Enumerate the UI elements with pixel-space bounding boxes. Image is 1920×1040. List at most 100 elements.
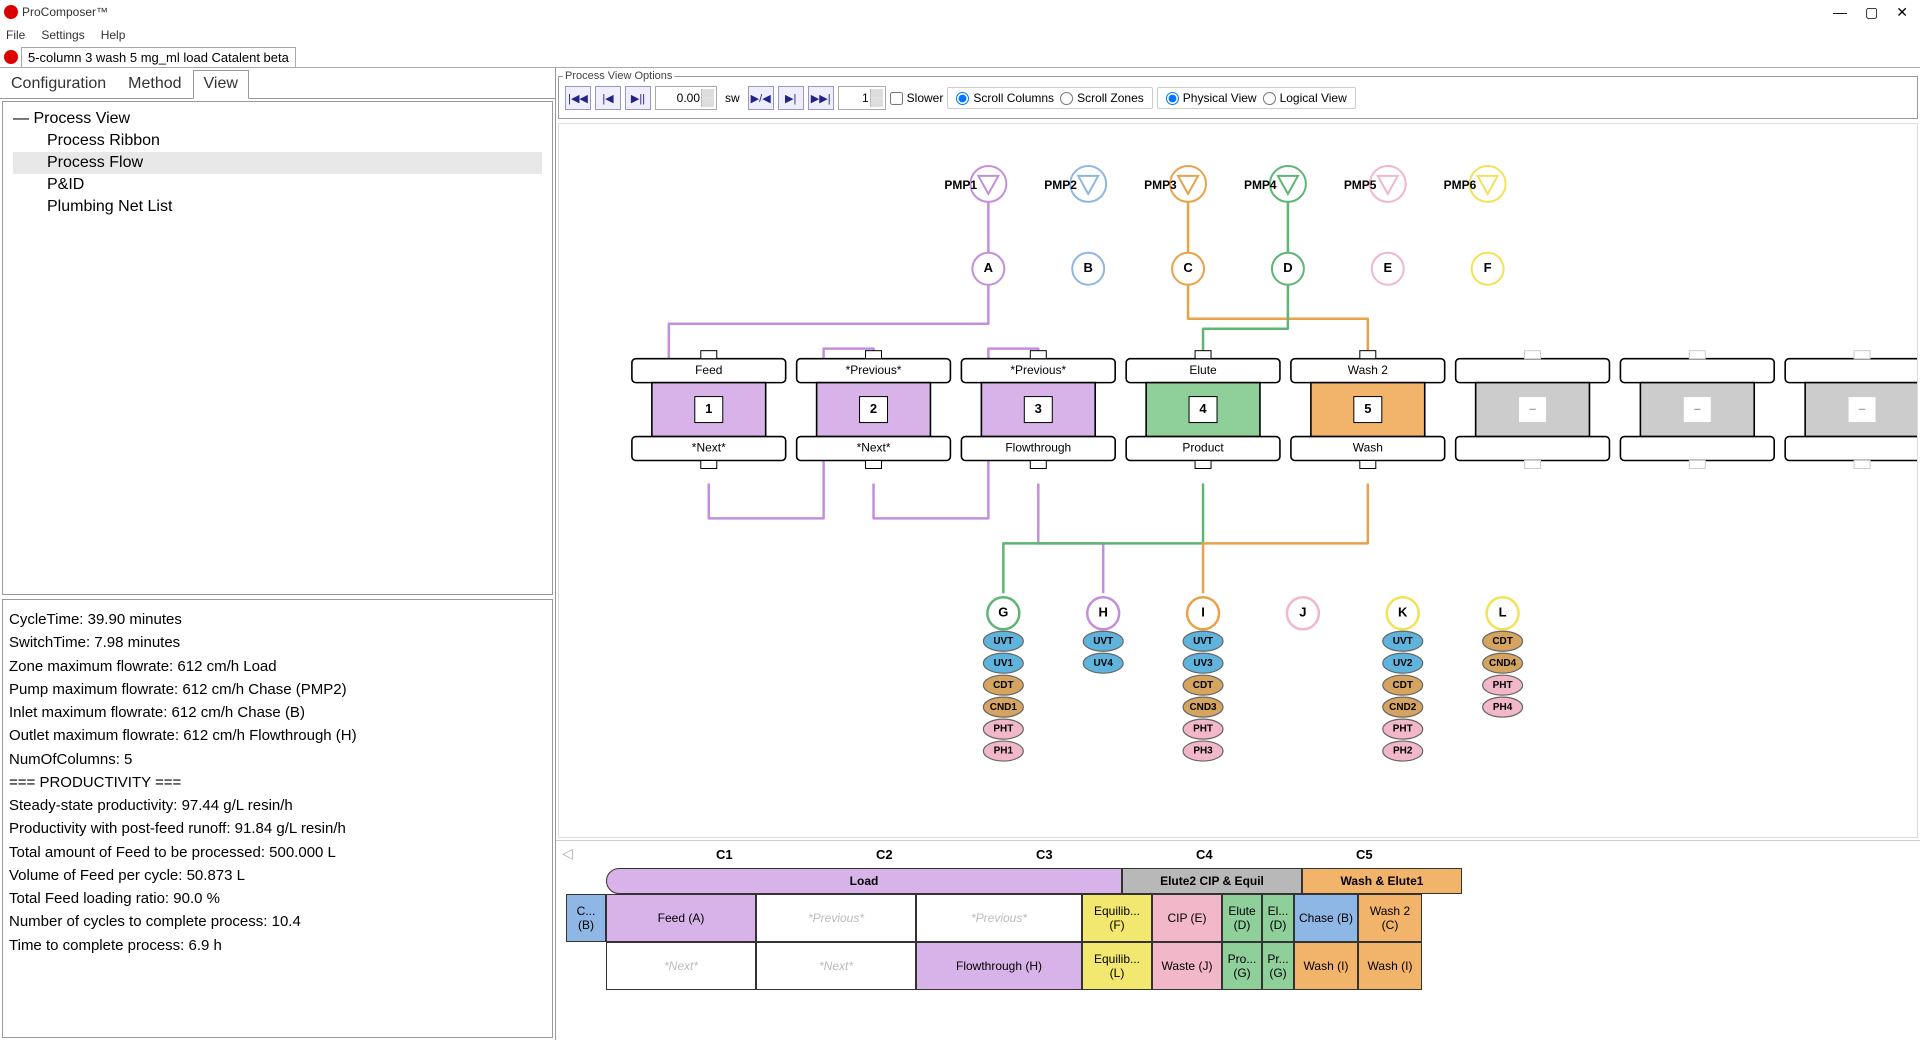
svg-text:K: K [1398,605,1408,620]
tree-root[interactable]: — Process View [13,108,542,130]
tree-item-process-ribbon[interactable]: Process Ribbon [13,130,542,152]
ribbon-cell: Wash (I) [1358,942,1422,990]
ribbon-cell: Equilib... (L) [1082,942,1152,990]
ribbon-scroll-left[interactable]: ◁ [562,845,573,862]
physical-view-radio[interactable] [1166,92,1179,105]
ribbon-zone: Elute2 CIP & Equil [1122,868,1302,894]
info-line: Inlet maximum flowrate: 612 cm/h Chase (… [9,701,546,724]
play-pause-button[interactable]: ▶|| [625,86,651,110]
ribbon-cell: Pro... (G) [1222,942,1262,990]
tree-item-plumbing-net-list[interactable]: Plumbing Net List [13,196,542,218]
step-fwd-button[interactable]: ▶| [778,86,804,110]
menu-bar: File Settings Help [0,24,1920,46]
maximize-button[interactable]: ▢ [1865,4,1878,21]
ribbon-cell: Feed (A) [606,894,756,942]
ribbon-cell: *Previous* [916,894,1082,942]
svg-text:CND1: CND1 [990,702,1018,713]
ribbon-cell: CIP (E) [1152,894,1222,942]
ribbon-cell: Equilib... (F) [1082,894,1152,942]
left-pane: Configuration Method View — Process View… [0,68,556,1040]
info-panel: CycleTime: 39.90 minutesSwitchTime: 7.98… [2,599,553,1038]
svg-text:UV3: UV3 [1193,658,1213,669]
tree-item-p-id[interactable]: P&ID [13,174,542,196]
tab-configuration[interactable]: Configuration [0,70,117,98]
logical-view-radio[interactable] [1263,92,1276,105]
ribbon-zone: Load [606,868,1122,894]
doc-icon [4,50,18,64]
svg-text:UV4: UV4 [1093,658,1113,669]
document-bar: 5-column 3 wash 5 mg_ml load Catalent be… [0,46,1920,68]
ribbon-cell: Flowthrough (H) [916,942,1082,990]
svg-text:UV1: UV1 [994,658,1014,669]
svg-text:I: I [1201,605,1205,620]
svg-text:CDT: CDT [1193,680,1214,691]
svg-text:UV2: UV2 [1393,658,1413,669]
svg-text:CDT: CDT [1392,680,1413,691]
ffwd-button[interactable]: ▶▶| [808,86,834,110]
ribbon-cell: Wash 2 (C) [1358,894,1422,942]
process-flow-canvas[interactable]: PMP1APMP2BPMP3CPMP4DPMP5EPMP6FFeed1*Next… [558,123,1918,838]
tab-method[interactable]: Method [117,70,192,98]
info-line: Time to complete process: 6.9 h [9,934,546,957]
svg-text:CND4: CND4 [1489,658,1517,669]
time-spinner[interactable]: 0.00 [655,86,717,110]
ribbon-cell [566,942,606,990]
process-view-options: Process View Options |◀◀ |◀ ▶|| 0.00 sw … [558,70,1918,119]
info-line: SwitchTime: 7.98 minutes [9,631,546,654]
document-tab[interactable]: 5-column 3 wash 5 mg_ml load Catalent be… [21,47,296,67]
toggle-button[interactable]: ▶/◀ [748,86,774,110]
svg-text:Flowthrough: Flowthrough [1005,441,1071,455]
svg-text:UVT: UVT [993,636,1013,647]
svg-text:PHT: PHT [1393,724,1413,735]
svg-text:D: D [1283,260,1292,275]
svg-text:UVT: UVT [1093,636,1113,647]
scroll-mode-group: Scroll Columns Scroll Zones [947,87,1152,109]
svg-text:PMP2: PMP2 [1044,178,1077,192]
ribbon-cell: Wash (I) [1294,942,1358,990]
tree-item-process-flow[interactable]: Process Flow [13,152,542,174]
scroll-columns-radio[interactable] [956,92,969,105]
menu-settings[interactable]: Settings [41,28,84,42]
info-line: Pump maximum flowrate: 612 cm/h Chase (P… [9,678,546,701]
ribbon-col-header: C1 [716,847,876,862]
ribbon-col-header: C2 [876,847,1036,862]
ribbon-cell: Waste (J) [1152,942,1222,990]
ribbon-col-header: C4 [1196,847,1356,862]
svg-text:PH3: PH3 [1193,746,1213,757]
svg-text:1: 1 [705,401,712,416]
svg-text:PHT: PHT [1193,724,1213,735]
svg-text:2: 2 [870,401,877,416]
menu-help[interactable]: Help [101,28,126,42]
svg-text:PMP6: PMP6 [1444,178,1477,192]
svg-text:PH1: PH1 [994,746,1014,757]
info-line: Outlet maximum flowrate: 612 cm/h Flowth… [9,724,546,747]
svg-text:Elute: Elute [1189,363,1217,377]
svg-text:4: 4 [1199,401,1207,416]
scroll-zones-radio[interactable] [1060,92,1073,105]
info-line: Zone maximum flowrate: 612 cm/h Load [9,655,546,678]
sw-label: sw [721,91,744,105]
svg-text:CND2: CND2 [1389,702,1417,713]
close-button[interactable]: ✕ [1896,4,1908,21]
slower-checkbox[interactable] [890,92,903,105]
minimize-button[interactable]: — [1833,4,1847,21]
svg-text:*Next*: *Next* [857,441,891,455]
app-icon [4,5,18,19]
svg-text:–: – [1694,401,1701,416]
pv-options-legend: Process View Options [563,70,674,82]
svg-text:UVT: UVT [1393,636,1413,647]
process-ribbon: ◁ C1C2C3C4C5 LoadElute2 CIP & EquilWash … [556,840,1920,1040]
tree-view: — Process View Process RibbonProcess Flo… [2,101,553,595]
info-line: Total Feed loading ratio: 90.0 % [9,887,546,910]
ribbon-cell: El... (D) [1262,894,1294,942]
svg-text:Wash: Wash [1353,441,1383,455]
svg-text:*Previous*: *Previous* [1010,363,1066,377]
ribbon-col-header: C3 [1036,847,1196,862]
menu-file[interactable]: File [6,28,25,42]
count-spinner[interactable]: 1 [838,86,886,110]
svg-text:CDT: CDT [993,680,1014,691]
info-line: Number of cycles to complete process: 10… [9,910,546,933]
rewind-button[interactable]: |◀◀ [565,86,591,110]
step-back-button[interactable]: |◀ [595,86,621,110]
tab-view[interactable]: View [193,70,249,99]
